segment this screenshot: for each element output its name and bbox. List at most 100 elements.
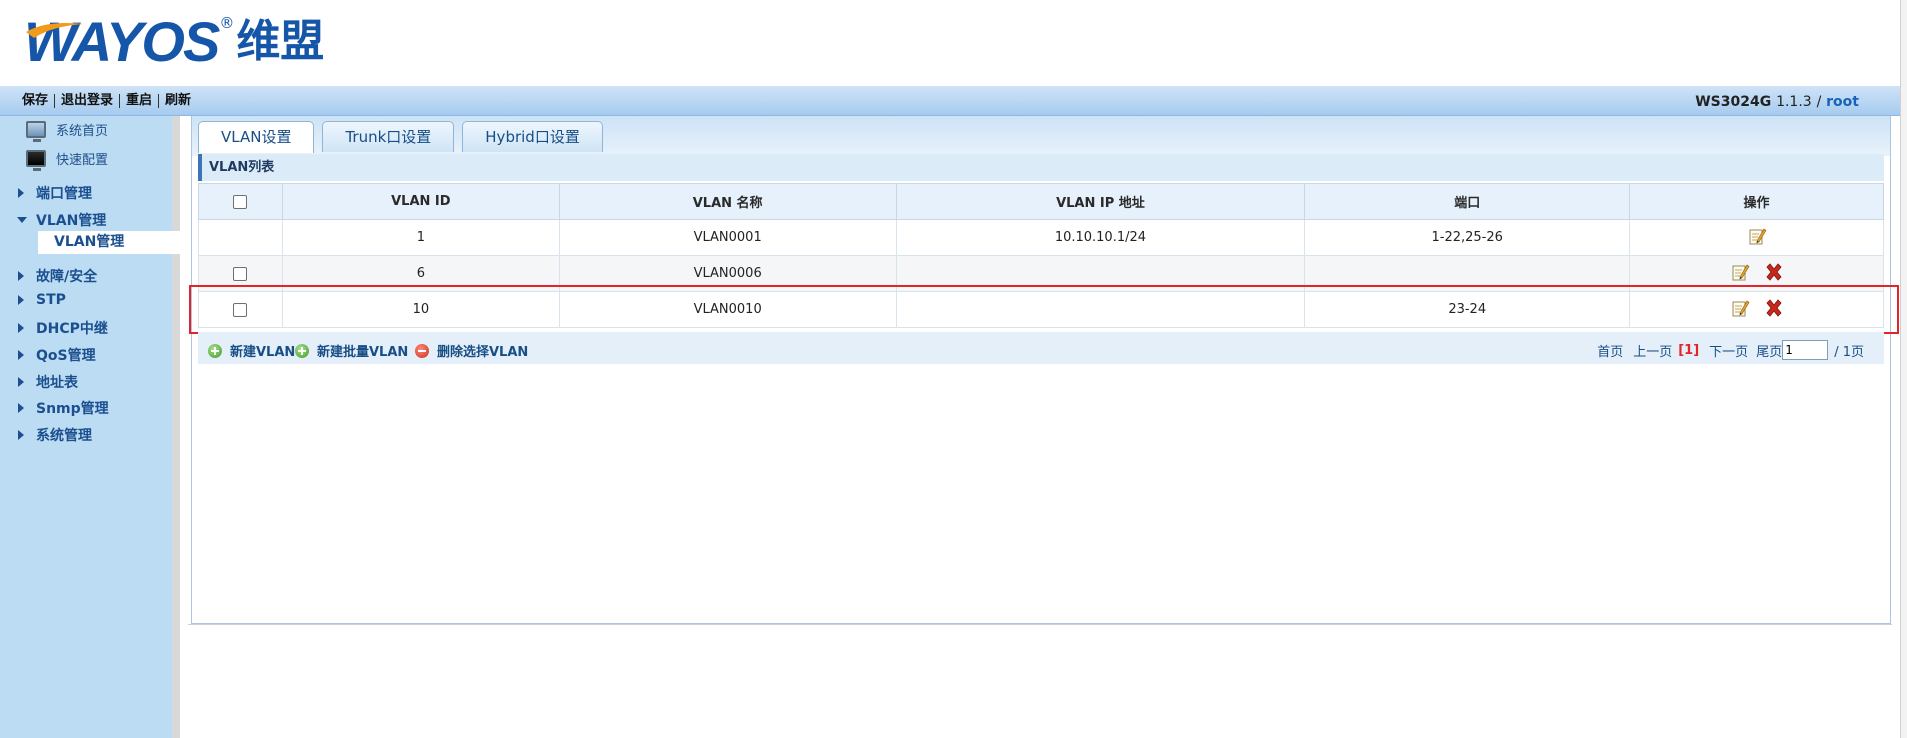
wayos-logo: WAYOS ® 维盟	[24, 14, 324, 70]
vlan-ports-cell: 1-22,25-26	[1304, 219, 1631, 256]
prev-page-link[interactable]: 上一页	[1633, 341, 1672, 360]
tab-trunk-settings[interactable]: Trunk口设置	[322, 121, 455, 152]
tab-bar: VLAN设置 Trunk口设置 Hybrid口设置	[198, 121, 611, 153]
row-select-cell	[198, 255, 283, 292]
row-select-cell	[198, 291, 283, 328]
firmware-version: 1.1.3	[1776, 94, 1812, 110]
collapsed-triangle-icon	[18, 350, 24, 360]
column-header-ports: 端口	[1304, 183, 1631, 220]
select-all-checkbox[interactable]	[233, 194, 248, 209]
collapsed-triangle-icon	[18, 295, 24, 305]
home-monitor-icon	[26, 121, 46, 142]
vlan-name-cell: VLAN0001	[558, 219, 897, 256]
logout-link[interactable]: 退出登录	[55, 94, 121, 108]
collapsed-triangle-icon	[18, 377, 24, 387]
select-all-cell	[198, 183, 283, 220]
sidebar-subitem-vlan-management[interactable]: VLAN管理	[38, 231, 180, 254]
save-link[interactable]: 保存	[22, 94, 56, 108]
delete-selected-vlan-label: 删除选择VLAN	[437, 345, 529, 360]
collapsed-triangle-icon	[18, 403, 24, 413]
delete-icon[interactable]	[1764, 298, 1784, 318]
edit-icon[interactable]	[1730, 262, 1750, 282]
delete-selected-vlan-button[interactable]: 删除选择VLAN	[415, 341, 528, 360]
table-header-row: VLAN ID VLAN 名称 VLAN IP 地址 端口 操作	[198, 183, 1884, 220]
add-circle-icon	[208, 343, 222, 358]
sidebar-item-home[interactable]: 系统首页	[26, 120, 108, 142]
vlan-ip-cell: 10.10.10.1/24	[895, 219, 1306, 256]
sidebar-item-label: 系统管理	[36, 428, 92, 444]
logo-registered-mark: ®	[219, 14, 235, 32]
logo-swoosh-icon	[26, 23, 84, 38]
current-user[interactable]: root	[1826, 94, 1859, 110]
next-page-link[interactable]: 下一页	[1709, 341, 1748, 360]
sidebar-item-port-management[interactable]: 端口管理	[18, 183, 92, 203]
sidebar-item-label: 地址表	[36, 375, 78, 391]
edit-icon[interactable]	[1730, 298, 1750, 318]
column-header-vlan-id: VLAN ID	[281, 183, 560, 220]
table-row: 6 VLAN0006	[198, 255, 1884, 292]
expanded-triangle-icon	[17, 217, 27, 223]
sidebar-item-label: STP	[36, 292, 66, 308]
row-select-cell	[198, 219, 283, 256]
edit-icon[interactable]	[1747, 226, 1767, 246]
sidebar-item-stp[interactable]: STP	[18, 292, 66, 308]
sidebar-item-snmp[interactable]: Snmp管理	[18, 398, 109, 418]
new-batch-vlan-label: 新建批量VLAN	[317, 345, 409, 360]
sidebar-item-label: QoS管理	[36, 348, 96, 364]
refresh-link[interactable]: 刷新	[159, 94, 197, 108]
row-actions	[1730, 298, 1784, 318]
remove-circle-icon	[415, 343, 429, 358]
column-header-actions: 操作	[1629, 183, 1884, 220]
sidebar-item-address-table[interactable]: 地址表	[18, 372, 78, 392]
collapsed-triangle-icon	[18, 430, 24, 440]
sidebar: 系统首页 快速配置 端口管理 VLAN管理 VLAN管理 故障/安全 STP D…	[0, 116, 180, 738]
device-model: WS3024G	[1695, 94, 1772, 110]
tab-hybrid-settings[interactable]: Hybrid口设置	[462, 121, 603, 152]
window-scroll-edge	[1900, 0, 1907, 738]
row-actions	[1730, 262, 1784, 282]
quick-config-monitor-icon	[26, 150, 46, 171]
version-info: WS3024G 1.1.3 / root	[1695, 94, 1859, 110]
sidebar-item-vlan-management[interactable]: VLAN管理	[17, 210, 107, 230]
sidebar-item-qos[interactable]: QoS管理	[18, 345, 96, 365]
table-row: 1 VLAN0001 10.10.10.1/24 1-22,25-26	[198, 219, 1884, 256]
logo-text-chinese: 维盟	[236, 16, 325, 67]
new-vlan-label: 新建VLAN	[230, 345, 296, 360]
vlan-ports-cell: 23-24	[1304, 291, 1631, 328]
vlan-id-cell: 1	[281, 219, 560, 256]
vlan-id-cell: 10	[281, 291, 560, 328]
sidebar-item-label: Snmp管理	[36, 401, 109, 417]
first-page-link[interactable]: 首页	[1597, 341, 1623, 360]
sidebar-item-system-management[interactable]: 系统管理	[18, 425, 92, 445]
collapsed-triangle-icon	[18, 188, 24, 198]
new-vlan-button[interactable]: 新建VLAN	[208, 341, 295, 360]
new-batch-vlan-button[interactable]: 新建批量VLAN	[295, 341, 408, 360]
delete-icon[interactable]	[1764, 262, 1784, 282]
vlan-ports-cell	[1304, 255, 1631, 292]
column-header-vlan-ip: VLAN IP 地址	[895, 183, 1306, 220]
sidebar-item-dhcp-relay[interactable]: DHCP中继	[18, 318, 108, 338]
reboot-link[interactable]: 重启	[120, 94, 160, 108]
pagination: 首页 上一页 [1] 下一页 尾页 / 1页	[1587, 340, 1864, 360]
header: WAYOS ® 维盟	[0, 0, 1907, 86]
sidebar-item-quick-config[interactable]: 快速配置	[26, 149, 109, 171]
vlan-ip-cell	[895, 291, 1306, 328]
total-pages: / 1页	[1834, 344, 1864, 360]
column-header-vlan-name: VLAN 名称	[558, 183, 897, 220]
vlan-name-cell: VLAN0006	[558, 255, 897, 292]
tab-vlan-settings[interactable]: VLAN设置	[198, 121, 315, 153]
sidebar-item-fault-security[interactable]: 故障/安全	[18, 266, 97, 286]
row-checkbox[interactable]	[233, 302, 248, 317]
version-separator: /	[1816, 94, 1822, 110]
last-page-link[interactable]: 尾页	[1756, 341, 1782, 360]
sidebar-item-label: VLAN管理	[36, 213, 107, 229]
vlan-ip-cell	[895, 255, 1306, 292]
sidebar-item-label: 快速配置	[56, 153, 109, 168]
row-checkbox[interactable]	[233, 266, 248, 281]
top-toolbar: 保存 退出登录 重启 刷新 WS3024G 1.1.3 / root	[0, 86, 1900, 116]
row-actions-cell	[1629, 291, 1884, 328]
page-number-input[interactable]	[1782, 340, 1829, 360]
vlan-id-cell: 6	[281, 255, 560, 292]
add-circle-icon	[295, 343, 309, 358]
sidebar-item-label: 端口管理	[36, 186, 92, 202]
